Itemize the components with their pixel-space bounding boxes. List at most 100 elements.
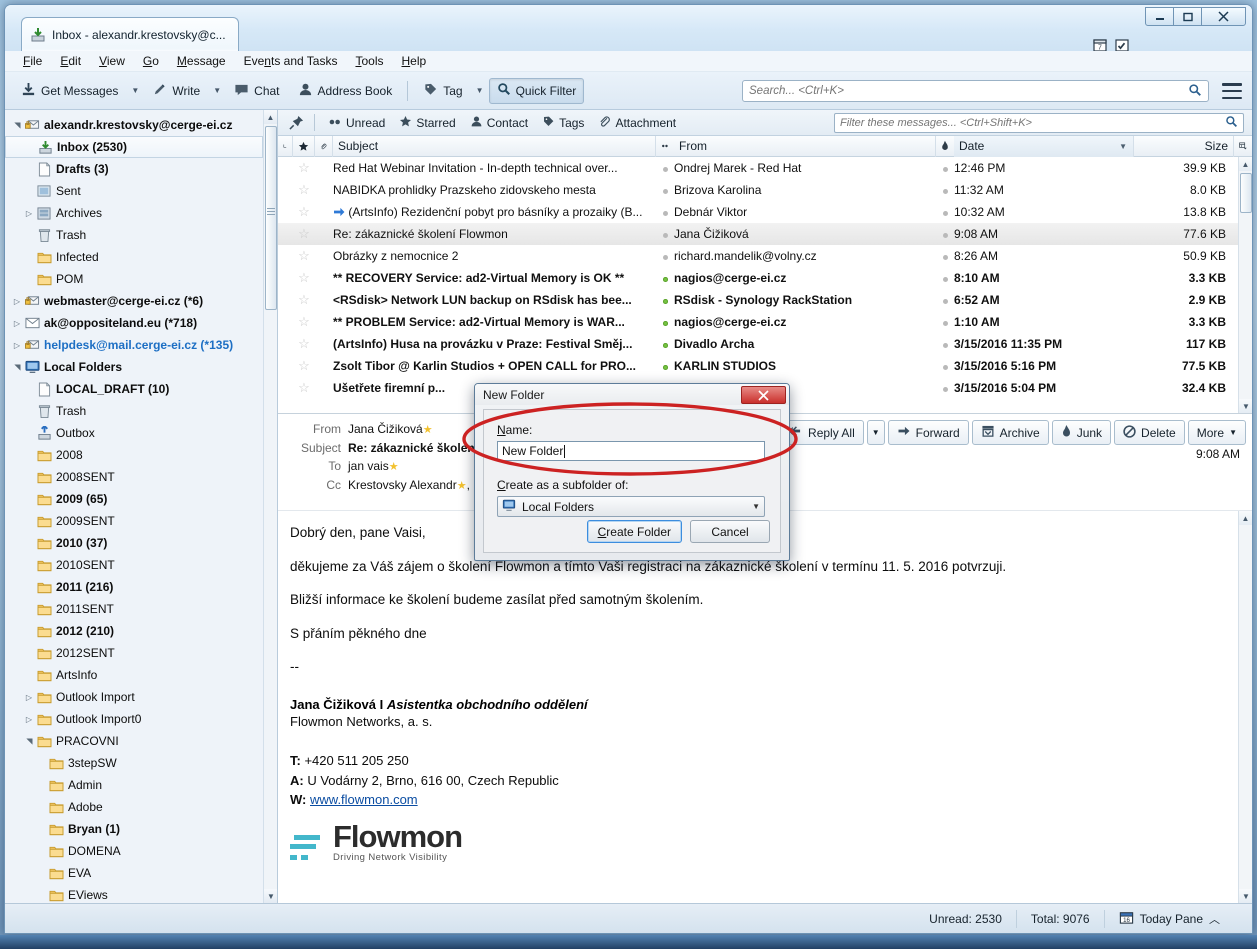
folder-item[interactable]: ◢PRACOVNI: [5, 730, 263, 752]
menu-file[interactable]: File: [14, 52, 51, 70]
tag-dropdown[interactable]: ▼: [473, 78, 487, 104]
star-icon[interactable]: ☆: [293, 204, 315, 220]
star-icon[interactable]: ★: [457, 480, 467, 492]
unread-dot[interactable]: [656, 293, 674, 307]
quick-filter-unread[interactable]: Unread: [321, 112, 392, 133]
minimize-button[interactable]: [1145, 7, 1174, 26]
menu-view[interactable]: View: [90, 52, 134, 70]
twisty-expanded-icon[interactable]: ◢: [13, 119, 22, 131]
star-icon[interactable]: ☆: [293, 358, 315, 374]
get-messages-button[interactable]: Get Messages: [13, 78, 126, 104]
quick-filter-tags[interactable]: Tags: [535, 112, 591, 133]
reply-all-dropdown[interactable]: ▼: [867, 420, 885, 445]
column-date[interactable]: Date ▼: [954, 136, 1134, 157]
folder-item[interactable]: ◢Local Folders: [5, 356, 263, 378]
message-body-scrollbar[interactable]: ▲ ▼: [1238, 511, 1252, 903]
folder-item[interactable]: LOCAL_DRAFT (10): [5, 378, 263, 400]
folder-item[interactable]: 2008SENT: [5, 466, 263, 488]
star-icon[interactable]: ☆: [293, 226, 315, 242]
create-folder-button[interactable]: Create Folder: [587, 520, 682, 543]
scroll-up-icon[interactable]: ▲: [1239, 511, 1252, 525]
folder-item[interactable]: Sent: [5, 180, 263, 202]
folder-item[interactable]: ▷Archives: [5, 202, 263, 224]
new-folder-dialog[interactable]: New Folder Name: New Folder Create as a …: [474, 383, 790, 561]
star-icon[interactable]: ☆: [293, 292, 315, 308]
unread-dot[interactable]: [656, 249, 674, 263]
tab-inbox[interactable]: Inbox - alexandr.krestovsky@c...: [21, 17, 239, 51]
folder-item[interactable]: EViews: [5, 884, 263, 903]
table-row[interactable]: ☆** PROBLEM Service: ad2-Virtual Memory …: [278, 311, 1252, 333]
star-icon[interactable]: ☆: [293, 160, 315, 176]
table-row[interactable]: ☆<RSdisk> Network LUN backup on RSdisk h…: [278, 289, 1252, 311]
column-subject[interactable]: Subject: [333, 136, 656, 157]
folder-item[interactable]: ◢alexandr.krestovsky@cerge-ei.cz: [5, 114, 263, 136]
junk-dot[interactable]: [936, 249, 954, 263]
table-row[interactable]: ☆(ArtsInfo) Husa na provázku v Praze: Fe…: [278, 333, 1252, 355]
folder-name-input[interactable]: New Folder: [497, 441, 765, 461]
junk-dot[interactable]: [936, 337, 954, 351]
junk-dot[interactable]: [936, 293, 954, 307]
folder-item[interactable]: 2010 (37): [5, 532, 263, 554]
folder-item[interactable]: ArtsInfo: [5, 664, 263, 686]
twisty-collapsed-icon[interactable]: ▷: [23, 693, 35, 702]
unread-dot[interactable]: [656, 161, 674, 175]
unread-dot[interactable]: [656, 359, 674, 373]
junk-dot[interactable]: [936, 271, 954, 285]
search-input[interactable]: [749, 85, 1188, 97]
cancel-button[interactable]: Cancel: [690, 520, 770, 543]
message-list[interactable]: ☆Red Hat Webinar Invitation - In-depth t…: [278, 157, 1252, 413]
get-messages-dropdown[interactable]: ▼: [128, 78, 142, 104]
folder-item[interactable]: 2008: [5, 444, 263, 466]
junk-dot[interactable]: [936, 161, 954, 175]
twisty-expanded-icon[interactable]: ◢: [25, 735, 34, 747]
folder-item[interactable]: 2011SENT: [5, 598, 263, 620]
folder-item[interactable]: 2012SENT: [5, 642, 263, 664]
junk-dot[interactable]: [936, 359, 954, 373]
folder-item[interactable]: Adobe: [5, 796, 263, 818]
column-unread-indicator[interactable]: [656, 136, 674, 157]
folder-pane-scrollbar[interactable]: ▲ ▼: [263, 110, 277, 903]
twisty-expanded-icon[interactable]: ◢: [13, 361, 22, 373]
folder-item[interactable]: DOMENA: [5, 840, 263, 862]
scrollbar-thumb[interactable]: [265, 126, 277, 310]
message-filter-box[interactable]: [834, 113, 1244, 133]
folder-item[interactable]: 2011 (216): [5, 576, 263, 598]
quick-filter-contact[interactable]: Contact: [463, 112, 535, 133]
folder-item[interactable]: ▷Outlook Import0: [5, 708, 263, 730]
folder-item[interactable]: 2009 (65): [5, 488, 263, 510]
folder-item[interactable]: Bryan (1): [5, 818, 263, 840]
parent-folder-select[interactable]: Local Folders ▼: [497, 496, 765, 517]
junk-dot[interactable]: [936, 183, 954, 197]
menu-events-and-tasks[interactable]: Events and Tasks: [235, 52, 347, 70]
unread-dot[interactable]: [656, 315, 674, 329]
menu-message[interactable]: Message: [168, 52, 235, 70]
column-size[interactable]: Size: [1134, 136, 1234, 157]
close-button[interactable]: [1201, 7, 1246, 26]
column-from[interactable]: From: [674, 136, 936, 157]
write-button[interactable]: Write: [144, 78, 208, 104]
junk-dot[interactable]: [936, 227, 954, 241]
unread-dot[interactable]: [656, 337, 674, 351]
junk-dot[interactable]: [936, 315, 954, 329]
star-icon[interactable]: ★: [389, 461, 399, 473]
folder-item[interactable]: 2010SENT: [5, 554, 263, 576]
column-thread[interactable]: [278, 136, 293, 157]
scroll-up-icon[interactable]: ▲: [264, 110, 277, 124]
archive-button[interactable]: Archive: [972, 420, 1049, 445]
table-row[interactable]: ☆NABIDKA prohlidky Prazskeho zidovskeho …: [278, 179, 1252, 201]
quick-filter-button[interactable]: Quick Filter: [489, 78, 585, 104]
folder-item[interactable]: Outbox: [5, 422, 263, 444]
today-pane-toggle[interactable]: 16 Today Pane ︿: [1104, 910, 1234, 928]
scrollbar-thumb[interactable]: [1240, 173, 1252, 213]
folder-item[interactable]: Admin: [5, 774, 263, 796]
write-dropdown[interactable]: ▼: [210, 78, 224, 104]
column-attachment[interactable]: [315, 136, 333, 157]
menu-edit[interactable]: Edit: [51, 52, 90, 70]
column-picker-icon[interactable]: [1234, 136, 1252, 157]
folder-item[interactable]: Trash: [5, 400, 263, 422]
scroll-up-icon[interactable]: ▲: [1239, 157, 1252, 171]
folder-item[interactable]: 2009SENT: [5, 510, 263, 532]
folder-item[interactable]: Inbox (2530): [5, 136, 263, 158]
folder-item[interactable]: Infected: [5, 246, 263, 268]
menu-go[interactable]: Go: [134, 52, 168, 70]
